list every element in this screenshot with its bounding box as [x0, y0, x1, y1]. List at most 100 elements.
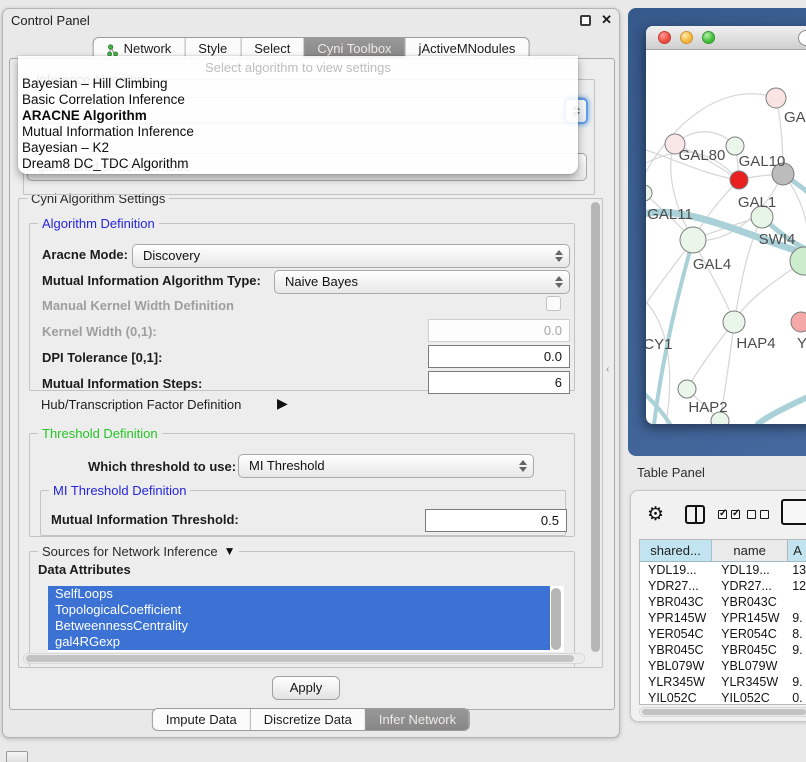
mi-threshold-definition-title: MI Threshold Definition — [49, 483, 190, 498]
table-cell[interactable]: YER054C — [640, 626, 712, 642]
network-window-titlebar[interactable] — [646, 26, 806, 50]
table-cell[interactable]: YLR345W — [712, 674, 788, 690]
manual-kernel-label: Manual Kernel Width Definition — [42, 298, 234, 313]
table-row[interactable]: YIL052CYIL052C0. — [640, 690, 806, 705]
algorithm-option[interactable]: Dream8 DC_TDC Algorithm — [18, 156, 578, 172]
network-edge[interactable] — [758, 395, 806, 424]
minimize-window-icon[interactable] — [680, 31, 693, 44]
table-cell[interactable]: 9. — [788, 642, 806, 658]
data-attribute-item[interactable]: gal4RGexp — [48, 634, 550, 650]
table-cell[interactable]: YLR345W — [640, 674, 712, 690]
column-header-name[interactable]: name — [712, 540, 788, 561]
table-row[interactable]: YLR345WYLR345W9. — [640, 674, 806, 690]
table-row[interactable]: YBR045CYBR045C9. — [640, 642, 806, 658]
algorithm-option[interactable]: Basic Correlation Inference — [18, 92, 578, 108]
network-graph[interactable]: GALGAL80GAL10GAL1GAL11SWI4GAL4HAP4YGCY1H… — [646, 50, 806, 424]
select-all-checks-icon[interactable] — [718, 510, 740, 519]
deselect-all-checks-icon[interactable] — [747, 510, 769, 519]
table-cell[interactable]: YPR145W — [712, 610, 788, 626]
attributes-scrollbar[interactable] — [551, 588, 561, 650]
tab-infer-network[interactable]: Infer Network — [365, 709, 469, 730]
data-attribute-item[interactable]: SelfLoops — [48, 586, 550, 602]
dpi-tolerance-field[interactable]: 0.0 — [428, 345, 570, 368]
columns-icon[interactable] — [685, 505, 705, 524]
combo-arrows-icon — [554, 249, 563, 263]
column-header-partial[interactable]: A — [788, 540, 806, 561]
table-cell[interactable]: YDL19... — [640, 562, 712, 578]
manual-kernel-checkbox[interactable] — [546, 296, 561, 311]
mi-algorithm-type-select[interactable]: Naive Bayes — [274, 270, 570, 294]
data-attribute-item[interactable]: BetweennessCentrality — [48, 618, 550, 634]
table-cell[interactable]: YBR045C — [640, 642, 712, 658]
tab-impute-data[interactable]: Impute Data — [153, 709, 250, 730]
tab-discretize-data[interactable]: Discretize Data — [250, 709, 365, 730]
dock-panel-button[interactable] — [6, 751, 28, 762]
algorithm-option[interactable]: Bayesian – K2 — [18, 140, 578, 156]
table-cell[interactable]: 9. — [788, 674, 806, 690]
table-cell[interactable]: YDR27... — [640, 578, 712, 594]
which-threshold-select[interactable]: MI Threshold — [238, 454, 534, 478]
table-cell[interactable]: YBR045C — [712, 642, 788, 658]
table-cell[interactable]: YIL052C — [712, 690, 788, 705]
collapse-arrow-icon[interactable]: ▼ — [224, 544, 236, 559]
table-row[interactable]: YDL19...YDL19...13 — [640, 562, 806, 578]
table-cell[interactable]: YBL079W — [712, 658, 788, 674]
aracne-mode-select[interactable]: Discovery — [132, 244, 570, 268]
network-node[interactable] — [766, 88, 786, 108]
table-cell[interactable]: YIL052C — [640, 690, 712, 705]
mi-steps-field[interactable]: 6 — [428, 371, 570, 394]
sources-title-wrap: Sources for Network Inference ▼ — [38, 544, 239, 559]
table-cell[interactable]: YBR043C — [712, 594, 788, 610]
data-attribute-item[interactable]: TopologicalCoefficient — [48, 602, 550, 618]
column-header-shared-name[interactable]: shared... — [640, 540, 712, 561]
settings-horizontal-scrollbar[interactable] — [23, 653, 585, 664]
panel-resize-handle[interactable]: ‹ — [606, 364, 609, 375]
close-panel-icon[interactable]: ✕ — [601, 12, 612, 28]
table-row[interactable]: YBL079WYBL079W — [640, 658, 806, 674]
table-cell[interactable]: 12 — [788, 578, 806, 594]
table-horizontal-scrollbar[interactable] — [639, 707, 806, 717]
table-cell[interactable]: YBL079W — [640, 658, 712, 674]
algorithm-placeholder[interactable]: Select algorithm to view settings — [18, 59, 578, 76]
close-window-icon[interactable] — [658, 31, 671, 44]
table-row[interactable]: YER054CYER054C8. — [640, 626, 806, 642]
table-cell[interactable] — [788, 594, 806, 610]
kernel-width-field[interactable]: 0.0 — [428, 319, 570, 342]
table-cell[interactable]: YER054C — [712, 626, 788, 642]
network-node[interactable] — [680, 227, 706, 253]
table-cell[interactable]: YDL19... — [712, 562, 788, 578]
table-cell[interactable]: 9. — [788, 610, 806, 626]
algorithm-option[interactable]: Bayesian – Hill Climbing — [18, 76, 578, 92]
hub-definition-label: Hub/Transcription Factor Definition — [41, 397, 241, 412]
float-panel-icon[interactable] — [580, 15, 591, 26]
network-node[interactable] — [730, 171, 748, 189]
data-attributes-list[interactable]: SelfLoopsTopologicalCoefficientBetweenne… — [48, 586, 564, 652]
kernel-width-label: Kernel Width (0,1): — [42, 324, 157, 339]
table-cell[interactable]: YDR27... — [712, 578, 788, 594]
table-row[interactable]: YBR043CYBR043C — [640, 594, 806, 610]
table-row[interactable]: YDR27...YDR27...12 — [640, 578, 806, 594]
algorithm-option[interactable]: Mutual Information Inference — [18, 124, 578, 140]
network-node[interactable] — [723, 311, 745, 333]
expand-arrow-icon[interactable]: ▶ — [277, 395, 288, 412]
table-cell[interactable]: 13 — [788, 562, 806, 578]
table-mode-icon[interactable] — [781, 499, 806, 525]
algorithm-option[interactable]: ARACNE Algorithm — [18, 108, 578, 124]
table-cell[interactable]: YPR145W — [640, 610, 712, 626]
zoom-window-icon[interactable] — [702, 31, 715, 44]
table-cell[interactable]: 8. — [788, 626, 806, 642]
node-label: Y — [797, 335, 806, 352]
table-cell[interactable]: YBR043C — [640, 594, 712, 610]
table-cell[interactable]: 0. — [788, 690, 806, 705]
node-label: GAL11 — [647, 206, 693, 223]
partial-node — [798, 30, 806, 46]
gear-icon[interactable]: ⚙ — [647, 503, 664, 526]
apply-button[interactable]: Apply — [272, 676, 340, 700]
network-edge[interactable] — [693, 240, 734, 322]
mi-threshold-field[interactable]: 0.5 — [425, 509, 567, 532]
network-node[interactable] — [791, 312, 806, 332]
table-row[interactable]: YPR145WYPR145W9. — [640, 610, 806, 626]
settings-vertical-scrollbar[interactable] — [591, 202, 600, 652]
table-cell[interactable] — [788, 658, 806, 674]
network-node[interactable] — [678, 380, 696, 398]
